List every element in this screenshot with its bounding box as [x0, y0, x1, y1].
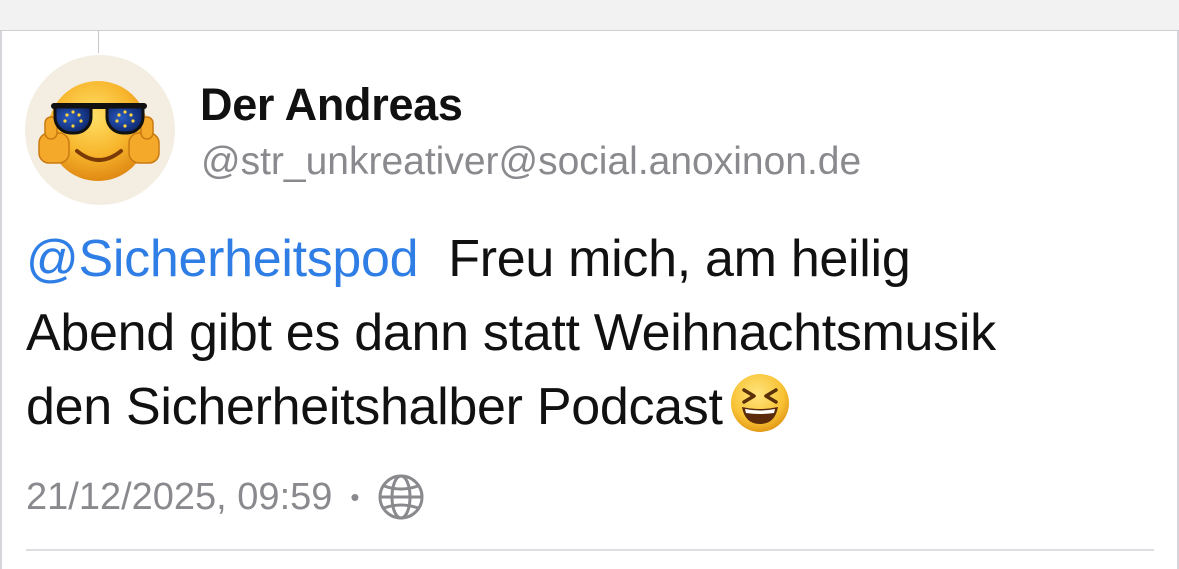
post-divider: [26, 549, 1154, 551]
author-handle[interactable]: @str_unkreativer@social.anoxinon.de: [201, 138, 861, 186]
meta-separator: •: [350, 481, 360, 512]
post-text-segment: den Sicherheitshalber Podcast: [26, 378, 723, 436]
top-bar: [0, 0, 1179, 31]
author-display-name[interactable]: Der Andreas: [200, 78, 463, 132]
globe-icon: [378, 474, 424, 520]
post-line-1: @Sicherheitspod Freu mich, am heilig: [26, 222, 1166, 296]
sunglasses-thumbs-up-icon: [38, 81, 160, 181]
post-line-3: den Sicherheitshalber Podcast: [26, 370, 1166, 444]
grinning-squinting-face-icon: [730, 374, 789, 432]
thread-line: [98, 31, 99, 53]
mention-link[interactable]: @Sicherheitspod: [26, 230, 419, 288]
post-timestamp[interactable]: 21/12/2025, 09:59: [26, 476, 332, 519]
post-line-2: Abend gibt es dann statt Weihnachtsmusik: [26, 304, 996, 362]
post-body: @Sicherheitspod Freu mich, am heilig Aben…: [26, 222, 1166, 444]
frame-border-left: [0, 31, 2, 569]
post-text-segment: Freu mich, am heilig: [448, 230, 911, 288]
post-screen: Der Andreas @str_unkreativer@social.anox…: [0, 0, 1179, 569]
post-meta: 21/12/2025, 09:59 •: [26, 472, 426, 522]
avatar[interactable]: [25, 55, 175, 205]
